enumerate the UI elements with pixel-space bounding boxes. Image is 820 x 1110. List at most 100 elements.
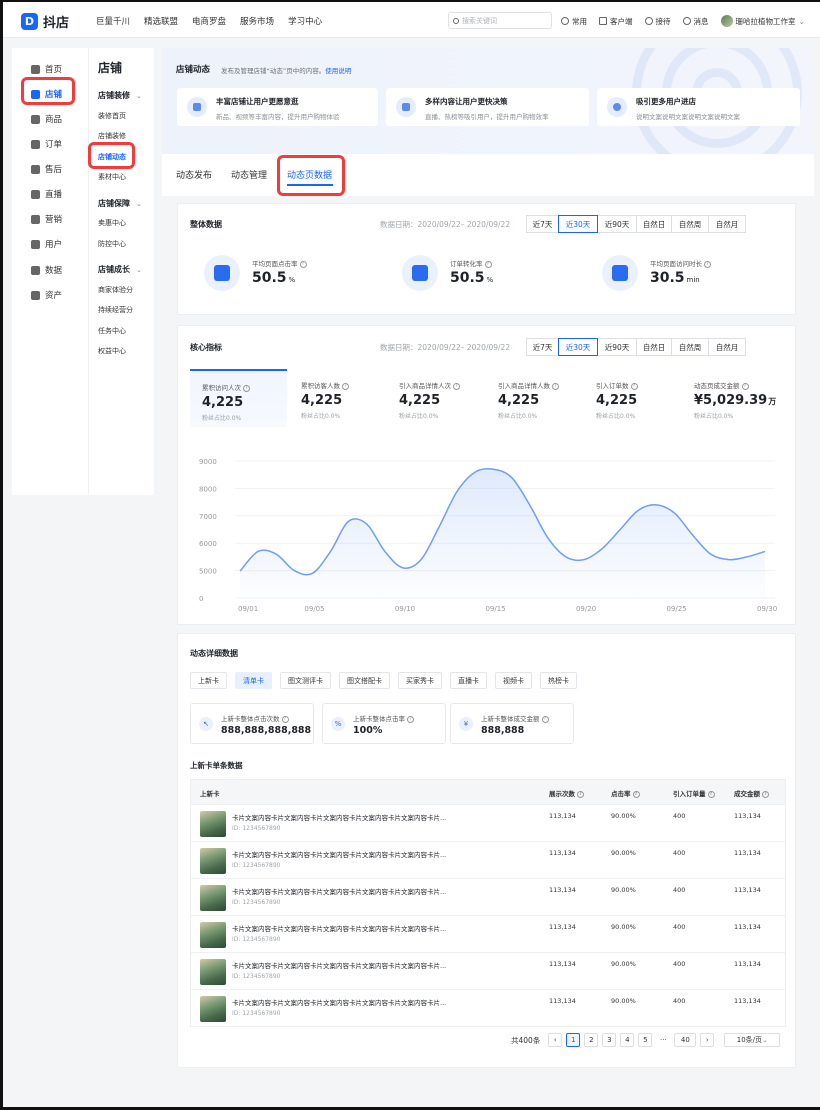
- sidebar-item-user[interactable]: 用户: [31, 237, 62, 251]
- help-link[interactable]: 使用说明: [325, 67, 351, 75]
- table-row[interactable]: 卡片文案内容卡片文案内容卡片文案内容卡片文案内容卡片文案内容卡片... ID: 1…: [191, 952, 785, 989]
- range-option[interactable]: 自然日: [636, 338, 672, 356]
- nav-link[interactable]: 学习中心: [288, 15, 322, 27]
- range-option[interactable]: 自然日: [636, 215, 672, 233]
- nav-link[interactable]: 电商罗盘: [192, 15, 226, 27]
- card-type-chip[interactable]: 图文测评卡: [280, 672, 331, 689]
- shop-switcher[interactable]: 珊哈拉植物工作室 ⌄: [720, 15, 805, 27]
- tab-manage[interactable]: 动态管理: [231, 168, 267, 181]
- card-type-chip[interactable]: 视频卡: [495, 672, 532, 689]
- range-option[interactable]: 自然月: [708, 215, 746, 233]
- help-icon[interactable]: ?: [453, 382, 460, 390]
- range-option[interactable]: 近7天: [526, 338, 559, 356]
- subnav-item[interactable]: 卖惠中心: [98, 218, 126, 228]
- page-size-select[interactable]: 10条/页 ⌄: [724, 1033, 781, 1047]
- help-icon[interactable]: ?: [299, 260, 307, 268]
- help-icon[interactable]: ?: [630, 382, 638, 390]
- col-header[interactable]: 展示次数?: [549, 788, 584, 798]
- table-row[interactable]: 卡片文案内容卡片文案内容卡片文案内容卡片文案内容卡片文案内容卡片... ID: 1…: [191, 878, 785, 915]
- help-icon[interactable]: ?: [741, 382, 749, 390]
- metric-tab[interactable]: 累积访客人数? 4,225 粉丝占比0.0%: [289, 369, 386, 427]
- logo[interactable]: D 抖店: [21, 12, 69, 31]
- page-button[interactable]: 5: [638, 1033, 653, 1047]
- card-type-chip[interactable]: 热榜卡: [540, 672, 577, 689]
- page-button[interactable]: 3: [602, 1033, 617, 1047]
- subnav-item[interactable]: 装修首页: [98, 111, 126, 121]
- sidebar-item-live[interactable]: 直播: [31, 187, 62, 201]
- next-page-button[interactable]: ›: [700, 1033, 715, 1047]
- range-option[interactable]: 近30天: [558, 338, 598, 356]
- table-row[interactable]: 卡片文案内容卡片文案内容卡片文案内容卡片文案内容卡片文案内容卡片... ID: 1…: [191, 915, 785, 952]
- common-button[interactable]: 常用: [561, 16, 587, 27]
- range-option[interactable]: 自然月: [708, 338, 746, 356]
- page-button[interactable]: 1: [566, 1033, 581, 1047]
- sidebar-item-asset[interactable]: 资产: [31, 288, 62, 302]
- subnav-item[interactable]: 商家体验分: [98, 285, 133, 295]
- col-header[interactable]: 引入订单量?: [673, 788, 715, 798]
- page-button[interactable]: 4: [620, 1033, 635, 1047]
- metric-tab[interactable]: 引入订单数? 4,225 粉丝占比0.0%: [584, 369, 681, 427]
- subnav-group-decoration[interactable]: 店铺装修 ⌄: [98, 90, 142, 101]
- tab-page-data[interactable]: 动态页数据: [287, 168, 332, 181]
- subnav-item[interactable]: 任务中心: [98, 326, 126, 336]
- help-icon[interactable]: ?: [577, 790, 584, 798]
- sidebar-item-data[interactable]: 数据: [31, 263, 62, 277]
- range-option[interactable]: 近30天: [558, 215, 598, 233]
- subnav-item[interactable]: 权益中心: [98, 346, 126, 356]
- help-icon[interactable]: ?: [484, 260, 492, 268]
- col-header[interactable]: 成交金额?: [734, 788, 769, 798]
- nav-link[interactable]: 服务市场: [240, 15, 274, 27]
- subnav-item[interactable]: 持续经营分: [98, 305, 133, 315]
- metric-tab[interactable]: 动态页成交金额? ¥5,029.39万 粉丝占比0.0%: [682, 369, 779, 427]
- help-icon[interactable]: ?: [407, 715, 414, 723]
- sidebar-item-product[interactable]: 商品: [31, 112, 62, 126]
- metric-tab[interactable]: 引入商品详情人次? 4,225 粉丝占比0.0%: [387, 369, 484, 427]
- range-option[interactable]: 近90天: [597, 338, 637, 356]
- help-icon[interactable]: ?: [281, 715, 289, 723]
- sidebar-item-order[interactable]: 订单: [31, 137, 62, 151]
- subnav-group-growth[interactable]: 店铺成长 ⌄: [98, 264, 142, 275]
- page-button[interactable]: 40: [674, 1033, 697, 1047]
- nav-link[interactable]: 精选联盟: [144, 15, 178, 27]
- sidebar-item-store[interactable]: 店铺: [31, 87, 62, 101]
- range-option[interactable]: 近90天: [597, 215, 637, 233]
- help-icon[interactable]: ?: [632, 790, 640, 798]
- range-option[interactable]: 近7天: [526, 215, 559, 233]
- page-button[interactable]: 2: [584, 1033, 599, 1047]
- table-row[interactable]: 卡片文案内容卡片文案内容卡片文案内容卡片文案内容卡片文案内容卡片... ID: 1…: [191, 804, 785, 841]
- metric-tab[interactable]: 累积访问人次? 4,225 粉丝占比0.0%: [190, 369, 287, 427]
- nav-link[interactable]: 巨量千川: [96, 15, 130, 27]
- help-icon[interactable]: ?: [762, 790, 769, 798]
- help-icon[interactable]: ?: [342, 382, 349, 390]
- help-icon[interactable]: ?: [704, 260, 711, 268]
- subnav-item[interactable]: 店铺装修: [98, 131, 126, 141]
- reception-button[interactable]: 接待: [644, 16, 671, 27]
- subnav-item[interactable]: 素材中心: [98, 172, 126, 182]
- range-option[interactable]: 自然周: [671, 338, 709, 356]
- help-icon[interactable]: ?: [243, 384, 250, 392]
- table-row[interactable]: 卡片文案内容卡片文案内容卡片文案内容卡片文案内容卡片文案内容卡片... ID: 1…: [191, 841, 785, 878]
- help-icon[interactable]: ?: [541, 715, 549, 723]
- search-input[interactable]: 搜索关键词: [448, 12, 552, 29]
- col-header[interactable]: 点击率?: [611, 788, 640, 798]
- client-button[interactable]: 客户端: [599, 16, 633, 27]
- help-icon[interactable]: ?: [707, 790, 715, 798]
- card-type-chip[interactable]: 清单卡: [235, 672, 272, 689]
- metric-tab[interactable]: 引入商品详情人数? 4,225 粉丝占比0.0%: [486, 369, 583, 427]
- subnav-item-active[interactable]: 店铺动态: [98, 152, 126, 162]
- card-type-chip[interactable]: 买家秀卡: [398, 672, 442, 689]
- table-row[interactable]: 卡片文案内容卡片文案内容卡片文案内容卡片文案内容卡片文案内容卡片... ID: 1…: [191, 989, 785, 1026]
- help-icon[interactable]: ?: [552, 382, 559, 390]
- card-type-chip[interactable]: 图文搭配卡: [339, 672, 390, 689]
- range-option[interactable]: 自然周: [671, 215, 709, 233]
- sidebar-item-marketing[interactable]: 营销: [31, 212, 62, 226]
- tab-publish[interactable]: 动态发布: [176, 168, 212, 181]
- message-button[interactable]: 消息: [682, 16, 709, 27]
- sidebar-item-home[interactable]: 首页: [31, 62, 62, 76]
- prev-page-button[interactable]: ‹: [548, 1033, 563, 1047]
- subnav-item[interactable]: 防控中心: [98, 239, 126, 249]
- subnav-group-guarantee[interactable]: 店铺保障 ⌄: [98, 198, 142, 209]
- card-type-chip[interactable]: 上新卡: [190, 672, 227, 689]
- sidebar-item-aftersale[interactable]: 售后: [31, 162, 62, 176]
- card-type-chip[interactable]: 直播卡: [450, 672, 487, 689]
